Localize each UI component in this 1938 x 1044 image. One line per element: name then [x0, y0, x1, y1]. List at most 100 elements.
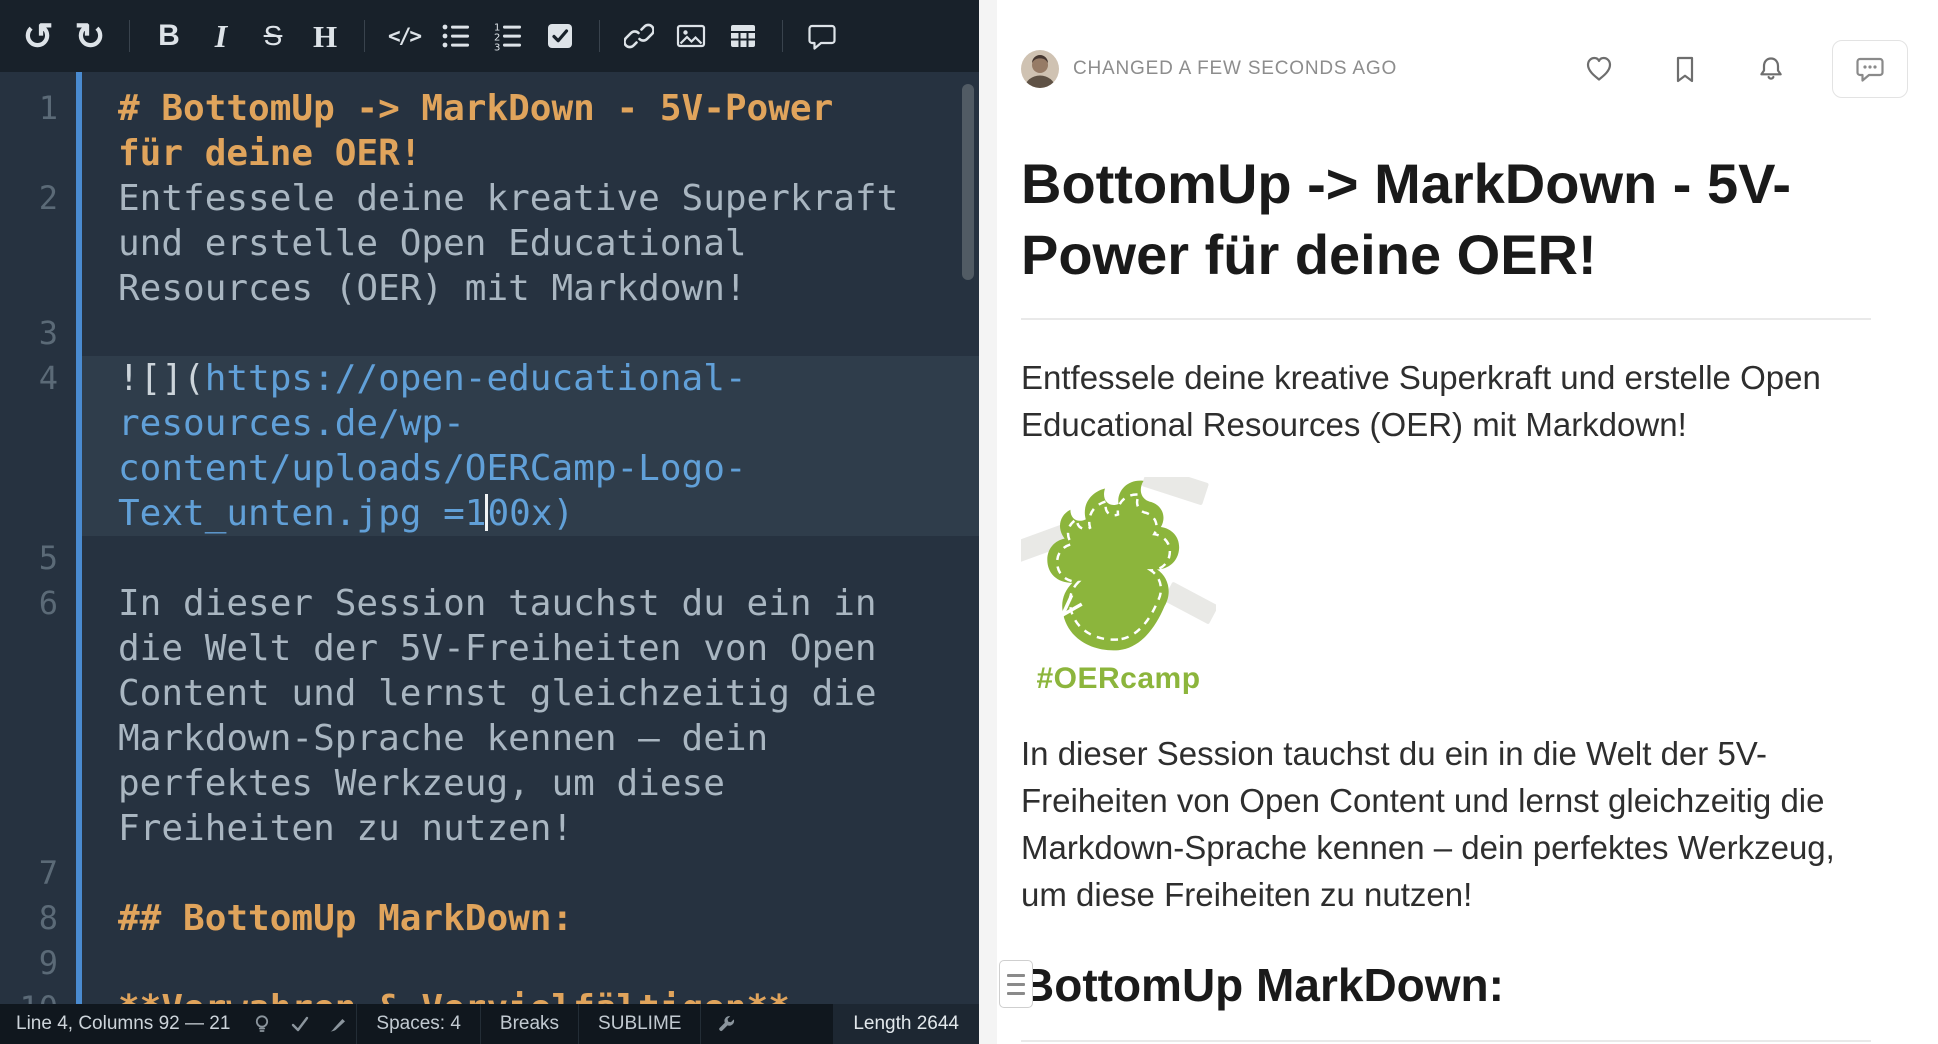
code-editor[interactable]: 1# BottomUp -> MarkDown - 5V-Power für d…	[0, 72, 979, 1004]
editor-line[interactable]: Freiheiten zu nutzen!	[0, 806, 979, 851]
title-divider	[1021, 318, 1871, 320]
bookmark-button[interactable]	[1670, 54, 1700, 84]
editor-line[interactable]: perfektes Werkzeug, um diese	[0, 761, 979, 806]
editor-line[interactable]: die Welt der 5V-Freiheiten von Open	[0, 626, 979, 671]
checklist-button[interactable]	[534, 10, 586, 62]
bullet-list-icon	[441, 21, 471, 51]
toolbar-separator	[782, 20, 783, 52]
strikethrough-button[interactable]: S	[247, 10, 299, 62]
heart-icon	[1584, 54, 1614, 84]
oercamp-logo-image	[1021, 477, 1216, 655]
heading-button[interactable]: H	[299, 10, 351, 62]
line-number	[0, 491, 58, 536]
image-url-text: resources.de/wp-	[58, 401, 465, 446]
svg-text:3: 3	[494, 43, 500, 52]
editor-line-active[interactable]: 4![](https://open-educational-	[0, 356, 979, 401]
toolbar-separator	[129, 20, 130, 52]
line-number	[0, 401, 58, 446]
theme-brush-button[interactable]	[328, 1014, 348, 1034]
pane-divider-grip[interactable]	[999, 960, 1033, 1008]
undo-button[interactable]: ↺	[12, 10, 64, 62]
comment-icon	[807, 21, 837, 51]
doc-title: BottomUp -> MarkDown - 5V-Power für dein…	[1021, 148, 1871, 290]
editor-line[interactable]: 1# BottomUp -> MarkDown - 5V-Power	[0, 86, 979, 131]
line-number	[0, 671, 58, 716]
line-number: 1	[0, 86, 58, 131]
chat-icon	[1854, 53, 1886, 85]
editor-line[interactable]: 7	[0, 851, 979, 896]
markdown-image-syntax: ![](	[118, 358, 205, 399]
line-text: ![](https://open-educational-	[58, 356, 747, 401]
doc-action-icons	[1584, 54, 1786, 84]
author-avatar[interactable]	[1021, 50, 1059, 88]
line-text: perfektes Werkzeug, um diese	[58, 761, 725, 806]
editor-line[interactable]: Resources (OER) mit Markdown!	[0, 266, 979, 311]
doc-paragraph-2: In dieser Session tauchst du ein in die …	[1021, 730, 1871, 919]
image-icon	[676, 21, 706, 51]
rendered-document: BottomUp -> MarkDown - 5V-Power für dein…	[1021, 148, 1871, 1042]
editor-line[interactable]: 6In dieser Session tauchst du ein in	[0, 581, 979, 626]
app-window: ↺ ↻ B I S H </> 123	[0, 0, 1938, 1044]
doc-length-text: Length 2644	[833, 1004, 979, 1044]
bold-icon: B	[158, 21, 180, 51]
editor-line-active[interactable]: content/uploads/OERCamp-Logo-	[0, 446, 979, 491]
bold-button[interactable]: B	[143, 10, 195, 62]
line-number	[0, 761, 58, 806]
linebreak-setting[interactable]: Breaks	[480, 1004, 578, 1044]
editor-line[interactable]: 3	[0, 311, 979, 356]
spellcheck-check-icon	[290, 1014, 310, 1034]
link-button[interactable]	[613, 10, 665, 62]
editor-line[interactable]: Content und lernst gleichzeitig die	[0, 671, 979, 716]
bullet-list-button[interactable]	[430, 10, 482, 62]
line-text: und erstelle Open Educational	[58, 221, 747, 266]
image-button[interactable]	[665, 10, 717, 62]
table-button[interactable]	[717, 10, 769, 62]
night-mode-button[interactable]	[252, 1014, 272, 1034]
line-text: die Welt der 5V-Freiheiten von Open	[58, 626, 877, 671]
editor-line[interactable]: 9	[0, 941, 979, 986]
heading-icon: H	[313, 21, 337, 52]
subscribe-button[interactable]	[1756, 54, 1786, 84]
editor-line[interactable]: für deine OER!	[0, 131, 979, 176]
italic-button[interactable]: I	[195, 10, 247, 62]
section-divider	[1021, 1040, 1871, 1042]
spellcheck-button[interactable]	[290, 1014, 310, 1034]
editor-line-active[interactable]: Text_unten.jpg =100x)	[0, 491, 979, 536]
pane-divider[interactable]	[979, 0, 997, 1044]
line-number	[0, 266, 58, 311]
editor-line[interactable]: 5	[0, 536, 979, 581]
like-button[interactable]	[1584, 54, 1614, 84]
strikethrough-icon: S	[264, 22, 283, 50]
line-text: Resources (OER) mit Markdown!	[58, 266, 747, 311]
editor-line[interactable]: 2Entfessele deine kreative Superkraft	[0, 176, 979, 221]
line-text	[58, 311, 118, 356]
line-text: # BottomUp -> MarkDown - 5V-Power	[58, 86, 833, 131]
line-number: 4	[0, 356, 58, 401]
line-text: Entfessele deine kreative Superkraft	[58, 176, 898, 221]
comment-button[interactable]	[796, 10, 848, 62]
editor-line-active[interactable]: resources.de/wp-	[0, 401, 979, 446]
italic-icon: I	[215, 20, 227, 52]
indent-setting[interactable]: Spaces: 4	[356, 1004, 480, 1044]
editor-scrollbar-thumb[interactable]	[962, 84, 974, 280]
line-number: 2	[0, 176, 58, 221]
line-number	[0, 446, 58, 491]
line-text: In dieser Session tauchst du ein in	[58, 581, 877, 626]
checklist-icon	[545, 21, 575, 51]
keymap-setting[interactable]: SUBLIME	[578, 1004, 700, 1044]
redo-button[interactable]: ↻	[64, 10, 116, 62]
editor-line[interactable]: 10**Verwahren & Vervielfältigen**	[0, 986, 979, 1004]
numbered-list-button[interactable]: 123	[482, 10, 534, 62]
line-text: **Verwahren & Vervielfältigen**	[58, 986, 790, 1004]
redo-icon: ↻	[74, 18, 105, 55]
editor-line[interactable]: 8## BottomUp MarkDown:	[0, 896, 979, 941]
line-text: für deine OER!	[58, 131, 421, 176]
comments-panel-button[interactable]	[1832, 40, 1908, 98]
doc-paragraph-1: Entfessele deine kreative Superkraft und…	[1021, 354, 1871, 448]
image-url-text: https://open-educational-	[205, 358, 747, 399]
editor-settings-button[interactable]	[700, 1004, 753, 1044]
editor-line[interactable]: und erstelle Open Educational	[0, 221, 979, 266]
undo-icon: ↺	[22, 18, 53, 55]
code-button[interactable]: </>	[378, 10, 430, 62]
editor-line[interactable]: Markdown-Sprache kennen – dein	[0, 716, 979, 761]
